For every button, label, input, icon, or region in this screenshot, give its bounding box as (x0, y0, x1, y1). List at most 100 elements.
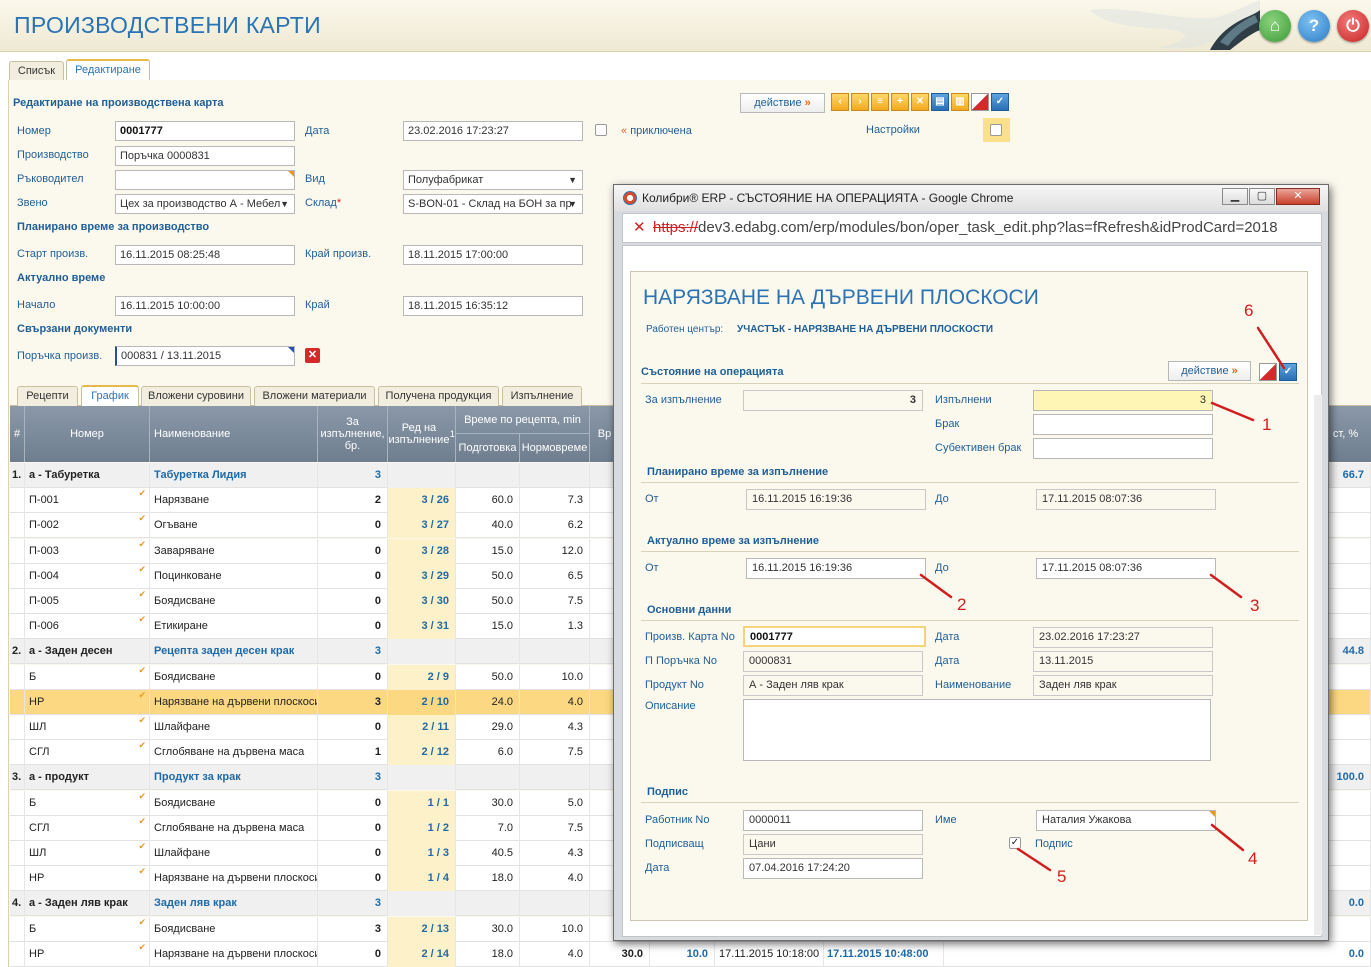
cell-extra-d: 17.11.2015 10:48:00 (824, 941, 944, 967)
date-field[interactable]: 23.02.2016 17:23:27 (403, 121, 583, 141)
check-mark-icon: ✔ (138, 563, 146, 574)
order-field[interactable]: 000831 / 13.11.2015 (115, 346, 295, 366)
manager-label: Ръководител (17, 173, 84, 185)
cell-num: П-001 ✔ (25, 488, 150, 514)
col-number[interactable]: Номер (25, 406, 150, 462)
description-label: Описание (645, 700, 696, 712)
annotation-4: 4 (1248, 849, 1258, 868)
person-name-field[interactable]: Наталия Ужакова (1036, 810, 1216, 831)
tab-list[interactable]: Списък (9, 61, 64, 81)
table-row[interactable]: НР ✔ Нарязване на дървени плоскоси 0 2 / 14 1… (10, 941, 1371, 967)
tab-edit[interactable]: Редактиране (66, 59, 150, 80)
tab-schedule[interactable]: График (81, 385, 139, 406)
tab-raw-materials[interactable]: Вложени суровини (141, 386, 251, 406)
closed-checkbox[interactable] (595, 124, 607, 136)
insecure-lock-icon: ✕ (633, 219, 646, 236)
cell-order: 3 / 29 (388, 563, 456, 589)
col-name[interactable]: Наименование (150, 406, 318, 462)
signature-checkbox[interactable]: ✓ (1009, 837, 1021, 849)
popup-save-icon[interactable]: ✓ (1279, 363, 1297, 381)
close-icon[interactable]: ✕ (1276, 188, 1320, 205)
unit-select[interactable]: Цех за производство А - Мебел (115, 194, 295, 214)
col-prep[interactable]: Подготовка (456, 434, 520, 462)
description-textarea[interactable] (743, 699, 1211, 761)
add-icon[interactable]: + (891, 93, 909, 111)
scrap-field[interactable] (1033, 414, 1213, 435)
cell-name: Продукт за крак (150, 765, 318, 791)
bird-logo (1090, 0, 1260, 50)
order-no-label: П Поръчка No (645, 655, 717, 667)
check-mark-icon: ✔ (138, 715, 146, 725)
planned-section-title: Планирано време за производство (17, 221, 210, 233)
manager-field[interactable] (115, 170, 295, 190)
cell-order: 2 / 10 (388, 689, 456, 715)
prev-icon[interactable]: ‹ (831, 93, 849, 111)
list-icon[interactable]: ≡ (871, 93, 889, 111)
col-qty[interactable]: За изпълнение, бр. (318, 406, 388, 462)
done-field[interactable]: 3 (1033, 390, 1213, 411)
main-data-title: Основни данни (647, 604, 732, 616)
col-order[interactable]: Ред на изпълнение 1 (388, 406, 456, 462)
card-field[interactable]: 0001777 (743, 626, 926, 647)
end-field[interactable]: 18.11.2015 17:00:00 (403, 245, 583, 265)
tab-recipes[interactable]: Рецепти (17, 386, 78, 406)
cell-qty: 0 (318, 941, 388, 967)
next-icon[interactable]: › (851, 93, 869, 111)
cell-qty: 3 (318, 639, 388, 665)
check-mark-icon: ✔ (138, 815, 146, 826)
cell-qty: 3 (318, 891, 388, 917)
tab-execution[interactable]: Изпълнение (502, 386, 582, 406)
subjective-scrap-field[interactable] (1033, 438, 1213, 459)
order-date-label: Дата (935, 655, 960, 667)
cell-order: 1 / 1 (388, 790, 456, 816)
start-field[interactable]: 16.11.2015 08:25:48 (115, 245, 295, 265)
sign-date-field[interactable]: 07.04.2016 17:24:20 (743, 858, 923, 879)
cell-extra-a: 30.0 (590, 941, 650, 967)
check-mark-icon: ✔ (138, 866, 146, 877)
help-icon[interactable]: ? (1298, 10, 1330, 42)
number-field[interactable]: 0001777 (115, 121, 295, 141)
cell-norm: 4.0 (520, 866, 590, 892)
finish-field[interactable]: 18.11.2015 16:35:12 (403, 296, 583, 316)
cell-qty: 0 (318, 589, 388, 614)
popup-address-bar[interactable]: ✕ https://dev3.edabg.com/erp/modules/bon… (622, 213, 1322, 243)
actual-to-field[interactable]: 17.11.2015 08:07:36 (1036, 558, 1216, 579)
save-check-icon[interactable]: ✓ (991, 93, 1009, 111)
cell-qty: 0 (318, 538, 388, 564)
tab-received-products[interactable]: Получена продукция (378, 386, 499, 406)
cell-norm: 4.0 (520, 689, 590, 715)
remove-order-icon[interactable]: ✕ (305, 348, 320, 363)
worker-field[interactable]: 0000011 (743, 810, 923, 831)
tab-materials[interactable]: Вложени материали (254, 386, 375, 406)
print-icon[interactable]: ▤ (931, 93, 949, 111)
actual-from-field[interactable]: 16.11.2015 16:19:36 (746, 558, 926, 579)
cancel-icon[interactable] (971, 93, 989, 111)
cell-qty: 0 (318, 866, 388, 892)
settings-toggle[interactable] (983, 118, 1010, 142)
warehouse-select[interactable]: S-BON-01 - Склад на БОН за пр (403, 194, 583, 214)
cell-name: Боядисване (150, 916, 318, 942)
document-icon[interactable]: ▥ (951, 93, 969, 111)
cell-name: Сглобяване на дървена маса (150, 815, 318, 841)
maximize-icon[interactable]: ▢ (1249, 188, 1275, 205)
home-icon[interactable]: ⌂ (1259, 10, 1291, 42)
cell-prep: 24.0 (456, 689, 520, 715)
popup-scrollbar[interactable] (1314, 395, 1322, 935)
begin-field[interactable]: 16.11.2015 10:00:00 (115, 296, 295, 316)
divider (641, 620, 1299, 621)
to-do-field: 3 (743, 390, 923, 411)
action-button[interactable]: действие » (740, 93, 825, 113)
popup-action-button[interactable]: действие » (1168, 361, 1251, 381)
popup-cancel-icon[interactable] (1259, 363, 1277, 381)
check-mark-icon: ✔ (138, 664, 146, 675)
delete-icon[interactable]: ✕ (911, 93, 929, 111)
minimize-icon[interactable]: ▁ (1222, 188, 1248, 205)
cell-idx (10, 941, 25, 967)
col-norm[interactable]: Нормовреме (520, 434, 590, 462)
cell-order: 3 / 27 (388, 513, 456, 539)
production-field[interactable]: Поръчка 0000831 (115, 146, 295, 166)
type-select[interactable]: Полуфабрикат (403, 170, 583, 190)
power-icon[interactable]: ⏻ (1337, 10, 1369, 42)
cell-num: П-003 ✔ (25, 538, 150, 564)
cell-idx (10, 790, 25, 816)
